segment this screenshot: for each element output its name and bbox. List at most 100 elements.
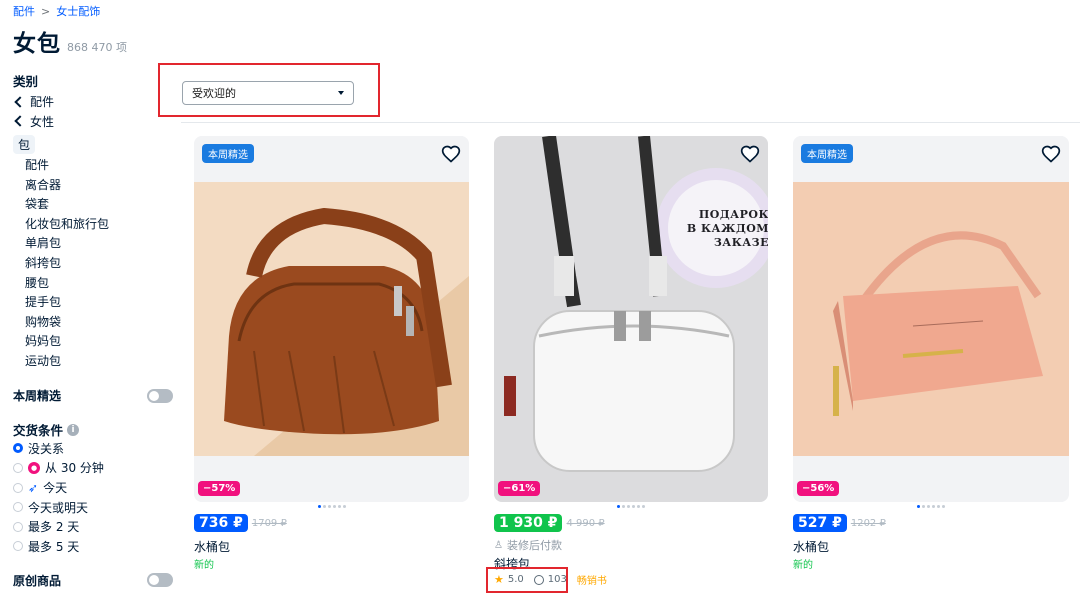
delivery-heading: 交货条件 i [13, 421, 173, 439]
delivery-option-label: 最多 5 天 [28, 539, 80, 554]
delivery-option[interactable]: 最多 2 天 [13, 517, 173, 537]
category-heading: 类别 [13, 74, 39, 89]
image-pager-dots[interactable] [494, 505, 768, 508]
sidebar: 类别 配件 女性 包 配件 离合器 袋套 化妆包和旅行包 单肩包 斜挎包 腰包 … [13, 72, 173, 588]
product-name[interactable]: 水桶包 [194, 538, 230, 555]
radio-icon [13, 502, 23, 513]
star-icon: ★ [494, 573, 504, 586]
promo-line: ПОДАРОК [698, 208, 768, 221]
weekly-picks-filter: 本周精选 [13, 388, 173, 404]
back-link-label: 配件 [30, 95, 55, 110]
subcategory-item[interactable]: 购物袋 [13, 313, 173, 333]
old-price: 1709 ₽ [251, 517, 287, 529]
subcategory-item[interactable]: 单肩包 [13, 234, 173, 254]
active-category[interactable]: 包 [13, 135, 36, 154]
user-icon: ♙ [494, 539, 503, 551]
promo-line: ЗАКАЗЕ [713, 236, 768, 249]
weekly-picks-toggle[interactable] [147, 388, 173, 403]
info-icon[interactable]: i [67, 423, 80, 436]
current-price: 736 ₽ [194, 514, 248, 532]
radio-icon [13, 541, 23, 552]
delivery-option[interactable]: 今天或明天 [13, 497, 173, 517]
review-count: 103 [547, 574, 567, 585]
product-image-card[interactable]: ПОДАРОК В КАЖДОМ ЗАКАЗЕ −61% [494, 136, 768, 502]
delivery-option-label: 最多 2 天 [28, 520, 80, 535]
product-name[interactable]: 水桶包 [793, 538, 829, 555]
subcategory-item[interactable]: 提手包 [13, 293, 173, 313]
subcategory-item[interactable]: 腰包 [13, 274, 173, 294]
sort-selected-label: 受欢迎的 [192, 87, 236, 100]
subcategory-item[interactable]: 妈妈包 [13, 332, 173, 352]
caret-down-icon [338, 91, 344, 95]
current-price: 1 930 ₽ [494, 514, 563, 532]
heart-icon[interactable] [1041, 144, 1061, 164]
comment-icon [533, 574, 544, 585]
delivery-heading-label: 交货条件 [13, 423, 64, 439]
old-price: 1202 ₽ [850, 517, 886, 529]
breadcrumb: 配件 > 女士配饰 [13, 3, 100, 19]
product-image-card[interactable]: 本周精选 −56% [793, 136, 1069, 502]
subcategory-item[interactable]: 运动包 [13, 352, 173, 372]
promo-line: В КАЖДОМ [686, 222, 768, 235]
original-goods-filter: 原创商品 [13, 572, 173, 588]
discount-badge: −57% [198, 481, 241, 496]
product-photo [793, 136, 1069, 502]
back-link-accessories[interactable]: 配件 [13, 92, 173, 112]
delivery-option-label: 从 30 分钟 [45, 461, 104, 476]
delivery-option-label: 今天 [43, 481, 68, 496]
subcategory-item[interactable]: 化妆包和旅行包 [13, 215, 173, 235]
subcategory-item[interactable]: 离合器 [13, 176, 173, 196]
price-row: 736 ₽ 1709 ₽ [194, 514, 287, 532]
heart-icon[interactable] [441, 144, 461, 164]
delivery-option-label: 今天或明天 [28, 500, 89, 515]
heart-icon[interactable] [740, 144, 760, 164]
delivery-option[interactable]: 最多 5 天 [13, 537, 173, 557]
discount-badge: −56% [797, 481, 840, 496]
price-row: 1 930 ₽ 4 990 ₽ [494, 514, 605, 532]
installment-note-text: 装修后付款 [506, 539, 562, 552]
sort-select[interactable]: 受欢迎的 [182, 81, 354, 105]
back-link-label: 女性 [30, 114, 55, 129]
delivery-option[interactable]: ➶ 今天 [13, 478, 173, 498]
delivery-option[interactable]: ● 从 30 分钟 [13, 458, 173, 478]
weekly-pick-tag: 本周精选 [202, 144, 254, 163]
delivery-option-label: 没关系 [28, 441, 65, 456]
image-pager-dots[interactable] [194, 505, 469, 508]
price-row: 527 ₽ 1202 ₽ [793, 514, 886, 532]
page-title: 女包 [13, 31, 61, 57]
chevron-left-icon [14, 96, 26, 108]
breadcrumb-separator: > [41, 4, 51, 18]
breadcrumb-accessories[interactable]: 配件 [13, 3, 35, 19]
weekly-picks-label: 本周精选 [13, 389, 62, 404]
bestseller-badge: 畅销书 [576, 576, 607, 587]
subcategory-item[interactable]: 配件 [13, 156, 173, 176]
image-pager-dots[interactable] [793, 505, 1069, 508]
current-price: 527 ₽ [793, 514, 847, 532]
old-price: 4 990 ₽ [566, 517, 605, 529]
subcategory-item[interactable]: 袋套 [13, 195, 173, 215]
installment-note: ♙ 装修后付款 [494, 537, 562, 553]
original-goods-label: 原创商品 [13, 573, 62, 588]
product-status: 新的 [793, 560, 813, 571]
subcategory-item[interactable]: 斜挎包 [13, 254, 173, 274]
original-goods-toggle[interactable] [147, 573, 173, 588]
breadcrumb-women-accessories[interactable]: 女士配饰 [56, 3, 100, 19]
radio-icon [13, 521, 23, 532]
discount-badge: −61% [498, 481, 541, 496]
rating-row[interactable]: ★ 5.0 103 畅销书 [494, 572, 607, 587]
rating-value: 5.0 [507, 574, 524, 585]
weekly-pick-tag: 本周精选 [801, 144, 853, 163]
product-status: 新的 [194, 560, 214, 571]
chevron-left-icon [14, 115, 26, 127]
radio-selected-icon [13, 443, 23, 454]
product-photo [494, 136, 768, 502]
promo-text: ПОДАРОК В КАЖДОМ ЗАКАЗЕ [674, 208, 768, 250]
title-row: 女包 868 470 项 [13, 24, 127, 58]
rocket-icon: ➶ [28, 480, 39, 495]
delivery-option[interactable]: 没关系 [13, 439, 173, 459]
back-link-women[interactable]: 女性 [13, 112, 173, 132]
radio-icon [13, 482, 23, 493]
divider [181, 122, 1080, 123]
express-badge-icon: ● [28, 461, 40, 474]
product-image-card[interactable]: 本周精选 −57% [194, 136, 469, 502]
